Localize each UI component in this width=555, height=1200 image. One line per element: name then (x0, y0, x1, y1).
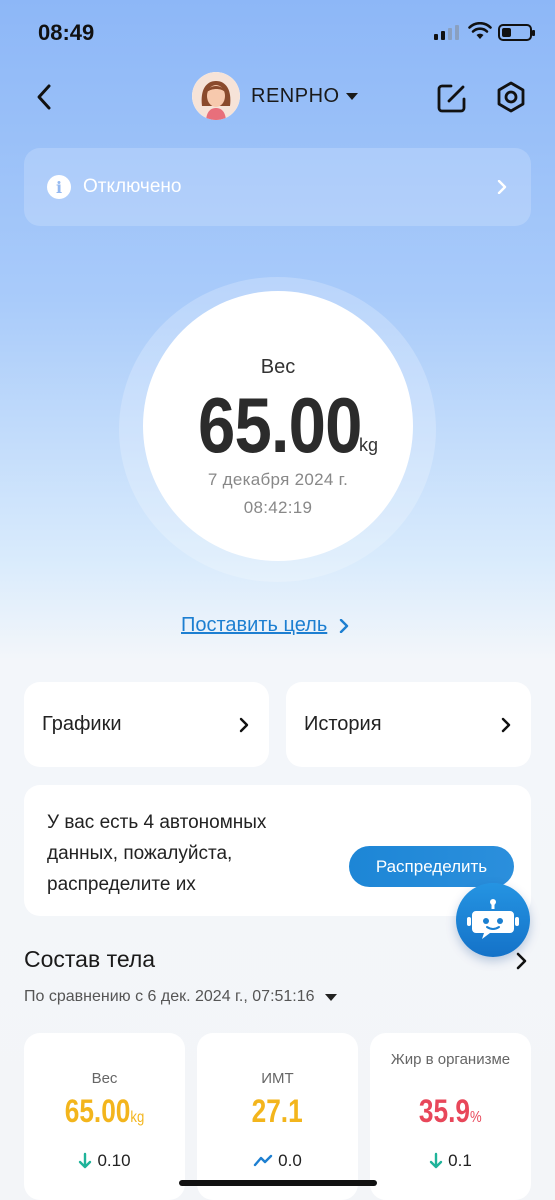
status-bar: 08:49 (0, 0, 555, 60)
wifi-icon (468, 22, 492, 39)
history-label: История (304, 713, 382, 735)
weight-label: Вес (260, 356, 296, 378)
chevron-right-icon (340, 618, 349, 633)
connection-status-text: Отключено (83, 176, 182, 197)
comparison-text: По сравнению с 6 дек. 2024 г., 07:51:16 (24, 988, 315, 1005)
weight-value: 65.00 (198, 381, 362, 469)
measurement-time: 08:42:19 (243, 498, 313, 517)
assistant-bot-button[interactable] (456, 883, 530, 957)
metric-value: 35.9% (419, 1093, 482, 1129)
offline-data-message: У вас есть 4 автономных данных, пожалуйс… (47, 812, 267, 895)
arrow-down-icon (429, 1152, 443, 1169)
back-arrow-icon[interactable] (30, 82, 60, 112)
metric-label: ИМТ (261, 1070, 294, 1087)
metric-delta: 0.0 (197, 1151, 358, 1171)
profile-switcher[interactable]: RENPHO (192, 72, 358, 120)
charts-label: Графики (42, 713, 122, 735)
chevron-down-icon (345, 92, 358, 100)
gear-icon[interactable] (494, 80, 528, 114)
chevron-down-icon (324, 993, 337, 1001)
chevron-right-icon[interactable] (514, 952, 530, 970)
avatar (192, 72, 240, 120)
history-card[interactable]: История (286, 682, 531, 767)
home-indicator (179, 1180, 377, 1186)
profile-name: RENPHO (251, 84, 340, 107)
metric-value: 27.1 (251, 1093, 304, 1129)
cellular-signal-icon (434, 25, 459, 40)
trend-flat-icon (253, 1154, 273, 1167)
robot-icon (467, 899, 519, 939)
distribute-button[interactable]: Распределить (349, 846, 514, 887)
edit-icon[interactable] (436, 82, 468, 114)
arrow-down-icon (79, 1152, 92, 1169)
set-goal-label: Поставить цель (181, 614, 328, 636)
measurement-date: 7 декабря 2024 г. (207, 470, 349, 489)
body-composition-title: Состав тела (24, 946, 156, 972)
metric-value: 65.00kg (64, 1093, 145, 1129)
metric-card-bmi[interactable]: ИМТ 27.1 0.0 (197, 1033, 358, 1200)
metric-card-body-fat[interactable]: Жир в организме 35.9% 0.1 (370, 1033, 531, 1200)
status-time: 08:49 (38, 20, 95, 45)
info-icon: i (47, 175, 71, 199)
connection-banner[interactable]: i Отключено (24, 148, 531, 226)
metric-delta: 0.10 (24, 1151, 185, 1171)
metric-label: Жир в организме (390, 1051, 511, 1068)
comparison-selector[interactable]: По сравнению с 6 дек. 2024 г., 07:51:16 (24, 988, 337, 1006)
metric-delta: 0.1 (370, 1151, 531, 1171)
battery-icon (498, 24, 535, 41)
charts-card[interactable]: Графики (24, 682, 269, 767)
weight-unit: kg (359, 435, 379, 455)
chevron-right-icon (501, 717, 511, 732)
metric-card-weight[interactable]: Вес 65.00kg 0.10 (24, 1033, 185, 1200)
metric-label: Вес (91, 1070, 118, 1087)
chevron-right-icon (497, 180, 507, 194)
set-goal-link[interactable]: Поставить цель (181, 614, 351, 637)
chevron-right-icon (239, 717, 249, 732)
